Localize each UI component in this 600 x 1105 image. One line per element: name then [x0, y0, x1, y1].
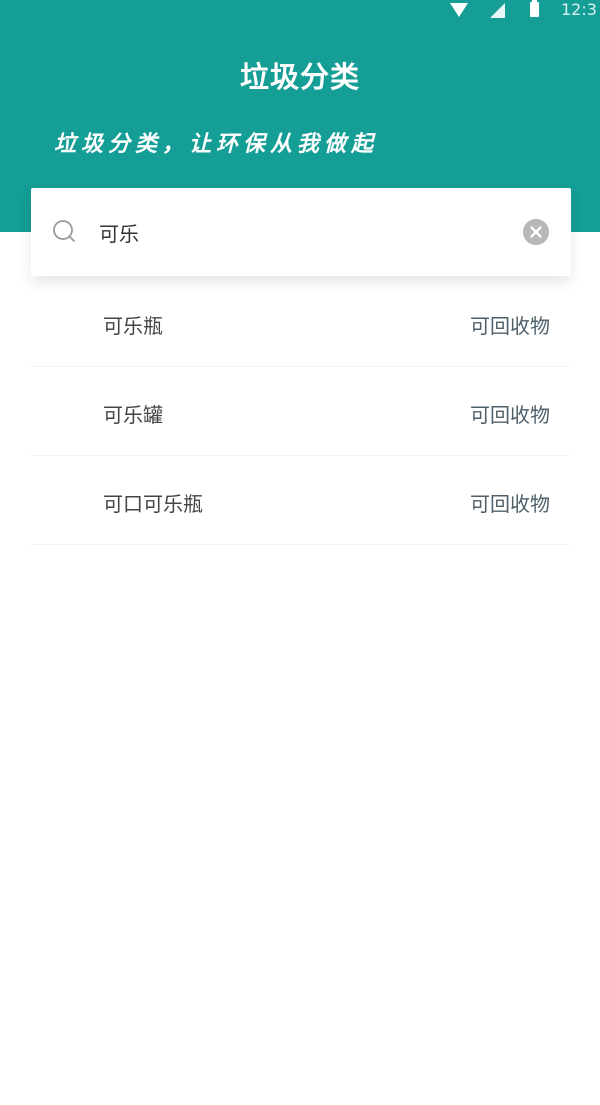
signal-icon	[490, 3, 505, 18]
search-input[interactable]	[99, 212, 499, 252]
result-item[interactable]: 可乐瓶 可回收物	[30, 278, 570, 367]
battery-icon	[530, 0, 539, 17]
status-time: 12:3	[561, 0, 597, 19]
clear-icon[interactable]	[523, 219, 549, 245]
status-bar: 12:3	[0, 0, 600, 22]
slogan: 垃圾分类，让环保从我做起	[54, 131, 379, 157]
page-title: 垃圾分类	[239, 60, 360, 94]
result-item-category: 可回收物	[470, 492, 550, 516]
result-list: 可乐瓶 可回收物 可乐罐 可回收物 可口可乐瓶 可回收物	[30, 278, 570, 545]
screen: 12:3 垃圾分类 垃圾分类，让环保从我做起 可乐瓶 可回收物 可乐罐 可回收物…	[0, 0, 600, 1105]
search-icon	[53, 220, 75, 242]
result-item-category: 可回收物	[470, 314, 550, 338]
search-bar	[31, 188, 571, 276]
result-item-name: 可乐瓶	[103, 314, 163, 338]
result-item-category: 可回收物	[470, 403, 550, 427]
wifi-icon	[450, 3, 468, 17]
result-item-name: 可乐罐	[103, 403, 163, 427]
result-item[interactable]: 可口可乐瓶 可回收物	[30, 456, 570, 545]
result-item-name: 可口可乐瓶	[103, 492, 203, 516]
result-item[interactable]: 可乐罐 可回收物	[30, 367, 570, 456]
